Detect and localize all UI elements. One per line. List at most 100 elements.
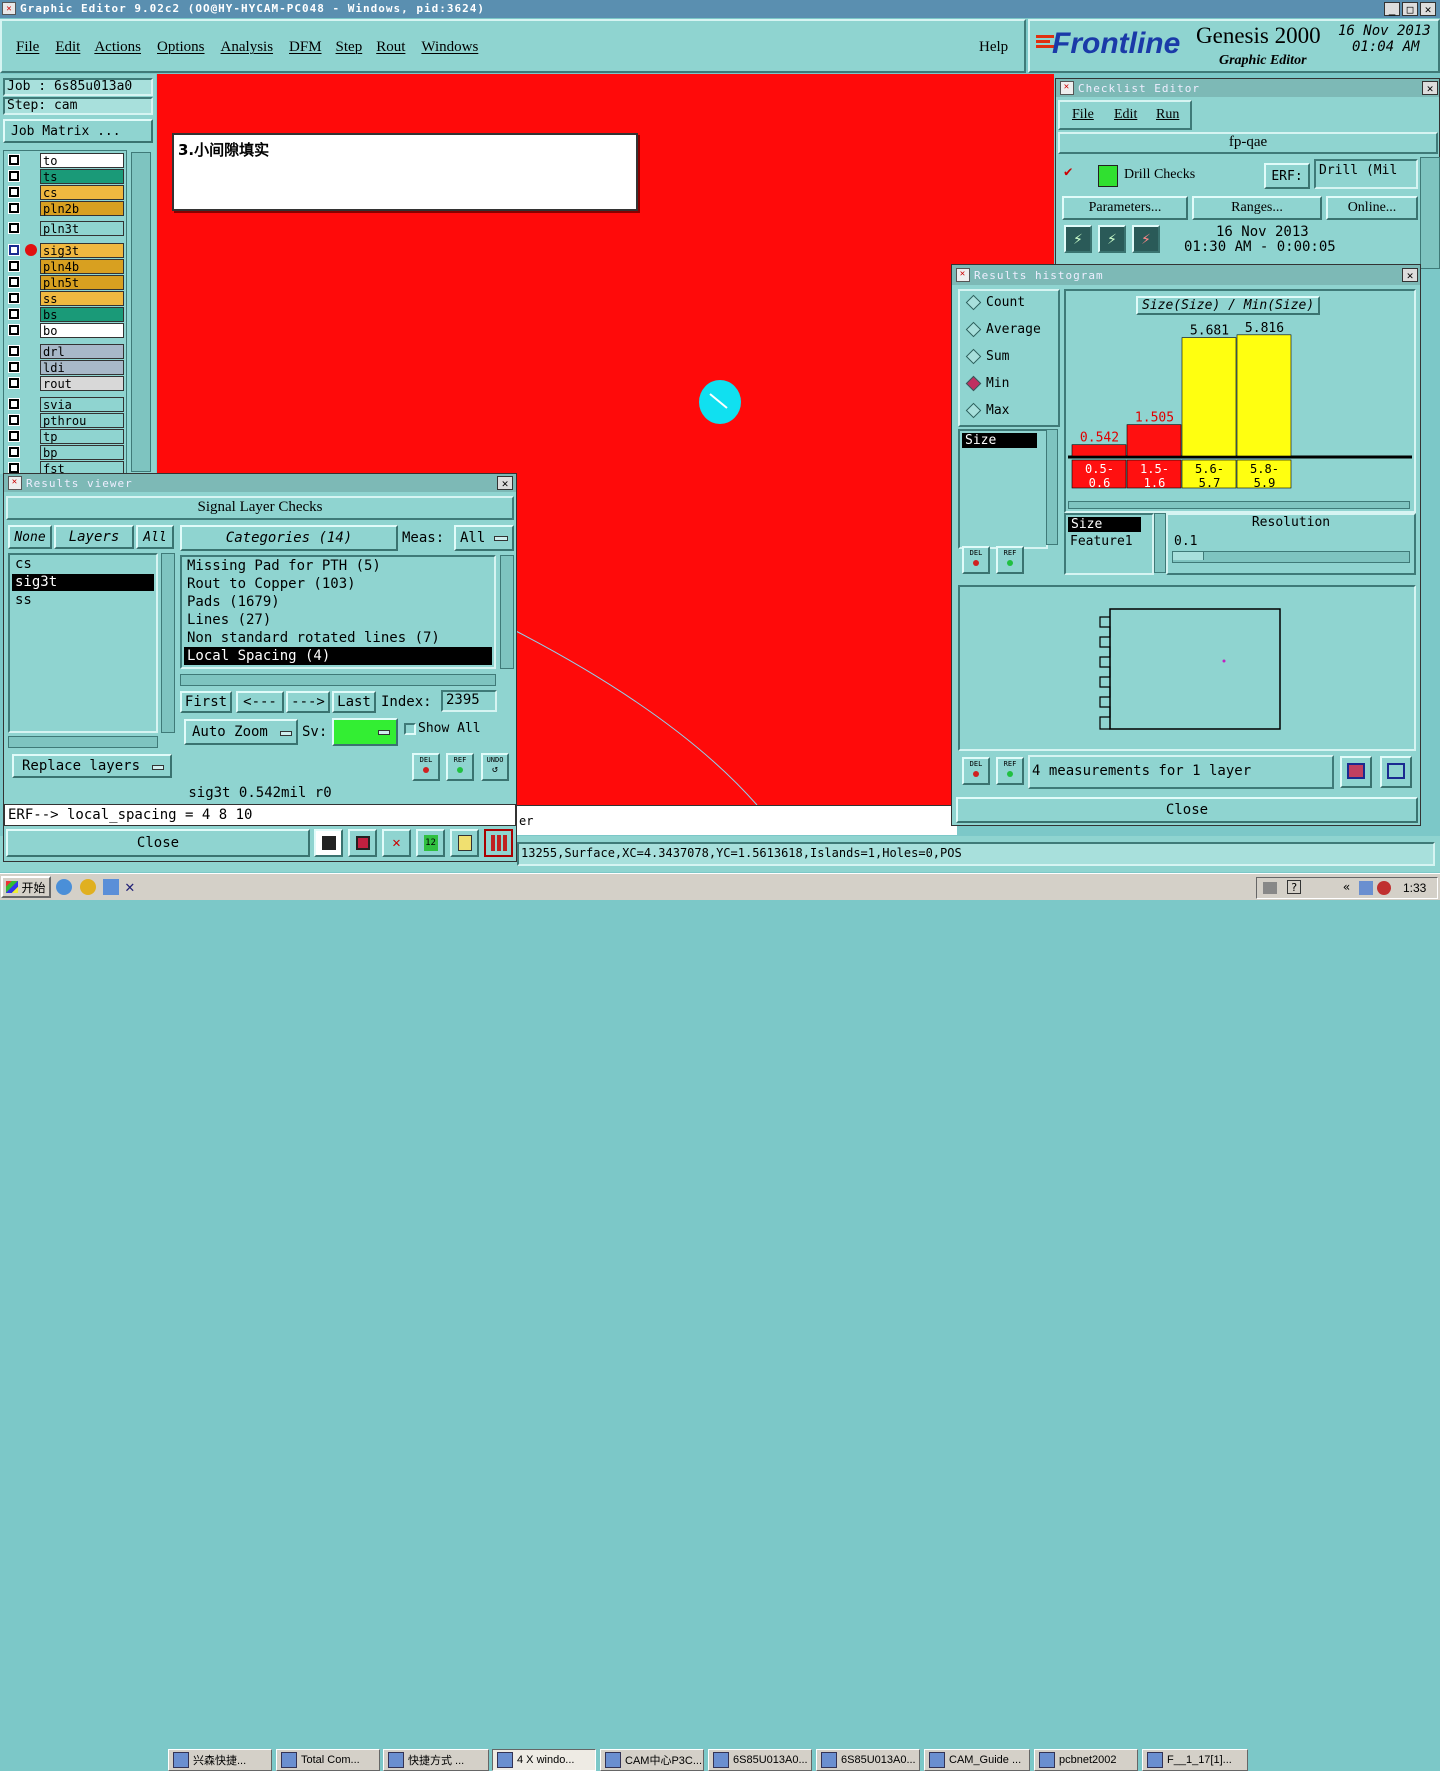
result-layer-item[interactable]: ss	[12, 592, 154, 609]
undo-button[interactable]: UNDO ↺	[481, 753, 509, 781]
radio-icon[interactable]	[965, 294, 982, 311]
antivirus-icon[interactable]	[1377, 881, 1391, 895]
layer-scrollbar[interactable]	[131, 152, 151, 472]
layer-checkbox[interactable]	[8, 276, 20, 288]
layer-row-pln2b[interactable]: pln2b	[8, 201, 124, 216]
resolution-slider[interactable]	[1172, 551, 1410, 563]
category-item[interactable]: Non standard rotated lines (7)	[184, 629, 492, 647]
menu-help[interactable]: Help	[979, 39, 1008, 56]
index-input[interactable]: 2395	[441, 690, 497, 712]
layer-name[interactable]: ss	[40, 291, 124, 306]
x-server-icon[interactable]: ✕	[125, 877, 135, 896]
menu-item-rout[interactable]: Rout	[376, 39, 405, 56]
layer-name[interactable]: bp	[40, 445, 124, 460]
auto-zoom-dropdown[interactable]: Auto Zoom	[184, 719, 298, 745]
radio-icon[interactable]	[965, 375, 982, 392]
last-button[interactable]: Last	[332, 691, 376, 713]
layer-checkbox[interactable]	[8, 324, 20, 336]
menu-item-actions[interactable]: Actions	[94, 39, 141, 56]
radio-icon[interactable]	[965, 321, 982, 338]
legend-icon[interactable]	[314, 829, 343, 857]
radio-icon[interactable]	[965, 348, 982, 365]
taskbar-item[interactable]: CAM_Guide ...	[924, 1749, 1030, 1771]
layer-results-list[interactable]: cs sig3t ss	[8, 553, 158, 733]
layer-checkbox[interactable]	[8, 244, 20, 256]
layer-row-bo[interactable]: bo	[8, 323, 124, 338]
taskbar-item[interactable]: 6S85U013A0...	[708, 1749, 812, 1771]
layer-results-hscroll[interactable]	[8, 736, 158, 748]
layer-checkbox[interactable]	[8, 430, 20, 442]
run-select-icon[interactable]: ⚡	[1098, 225, 1126, 253]
layer-row-to[interactable]: to	[8, 153, 124, 168]
layer-row-ss[interactable]: ss	[8, 291, 124, 306]
layer-row-cs[interactable]: cs	[8, 185, 124, 200]
layer-name[interactable]: cs	[40, 185, 124, 200]
check-mark-icon[interactable]: ✔	[1064, 165, 1078, 179]
layer-row-pln4b[interactable]: pln4b	[8, 259, 124, 274]
hist-del-button[interactable]: DEL	[962, 546, 990, 574]
taskbar-item[interactable]: 4 X windo...	[492, 1749, 596, 1771]
layer-row-tp[interactable]: tp	[8, 429, 124, 444]
option-average[interactable]: Average	[965, 321, 1041, 338]
layer-checkbox[interactable]	[8, 361, 20, 373]
layer-name[interactable]: drl	[40, 344, 124, 359]
menu-item-analysis[interactable]: Analysis	[221, 39, 274, 56]
layer-name[interactable]: bs	[40, 307, 124, 322]
chart-hscroll[interactable]	[1068, 501, 1410, 509]
zoom-all-icon[interactable]	[1380, 756, 1412, 788]
stop-icon[interactable]: ⚡	[1132, 225, 1160, 253]
layer-name[interactable]: sig3t	[40, 243, 124, 258]
close-icon[interactable]: ✕	[1420, 2, 1436, 16]
category-item[interactable]: Missing Pad for PTH (5)	[184, 557, 492, 575]
layer-name[interactable]: pthrou	[40, 413, 124, 428]
category-scrollbar[interactable]	[500, 555, 514, 669]
checklist-menu-file[interactable]: File	[1072, 107, 1094, 123]
parameters-button[interactable]: Parameters...	[1062, 196, 1188, 220]
ranges-button[interactable]: Ranges...	[1192, 196, 1322, 220]
layer-row-bs[interactable]: bs	[8, 307, 124, 322]
replace-layers-dropdown[interactable]: Replace layers	[12, 754, 172, 778]
layer-row-pln5t[interactable]: pln5t	[8, 275, 124, 290]
notes-icon[interactable]	[450, 829, 479, 857]
show-all-checkbox[interactable]	[404, 723, 416, 735]
layer-checkbox[interactable]	[8, 154, 20, 166]
run-icon[interactable]: ⚡	[1064, 225, 1092, 253]
hist-ref-button[interactable]: REF	[996, 546, 1024, 574]
job-matrix-button[interactable]: Job Matrix ...	[3, 119, 153, 143]
layer-row-ts[interactable]: ts	[8, 169, 124, 184]
prev-button[interactable]: <---	[236, 691, 284, 713]
category-item[interactable]: Local Spacing (4)	[184, 647, 492, 665]
size-list[interactable]: Size Feature1	[1064, 513, 1154, 575]
histogram-close-icon[interactable]: ✕	[1402, 268, 1418, 282]
layers-none-button[interactable]: None	[8, 525, 52, 549]
clock-app-icon[interactable]	[80, 879, 96, 895]
checklist-close-icon[interactable]: ✕	[1422, 81, 1438, 95]
layer-name[interactable]: to	[40, 153, 124, 168]
menu-item-step[interactable]: Step	[336, 39, 363, 56]
layer-checkbox[interactable]	[8, 202, 20, 214]
layer-checkbox[interactable]	[8, 260, 20, 272]
network-icon[interactable]	[1359, 881, 1373, 895]
size-scrollbar[interactable]	[1154, 513, 1166, 573]
result-layer-item[interactable]: sig3t	[12, 574, 154, 591]
tray-expand-icon[interactable]: «	[1343, 880, 1350, 894]
layer-name[interactable]: bo	[40, 323, 124, 338]
erf-value[interactable]: Drill (Mil	[1314, 159, 1418, 189]
taskbar-item[interactable]: 快捷方式 ...	[383, 1749, 489, 1771]
layer-name[interactable]: pln5t	[40, 275, 124, 290]
option-min[interactable]: Min	[965, 375, 1009, 392]
checklist-menu-edit[interactable]: Edit	[1114, 107, 1137, 123]
taskbar-item[interactable]: pcbnet2002	[1034, 1749, 1138, 1771]
results-viewer-close-button[interactable]: Close	[6, 829, 310, 857]
menu-item-windows[interactable]: Windows	[421, 39, 478, 56]
quick-launch-icon[interactable]	[103, 879, 119, 895]
menu-item-file[interactable]: File	[16, 39, 39, 56]
taskbar-item[interactable]: 兴森快捷...	[168, 1749, 272, 1771]
radio-icon[interactable]	[965, 402, 982, 419]
meas-dropdown[interactable]: All	[454, 525, 514, 551]
layer-checkbox[interactable]	[8, 414, 20, 426]
checklist-menu-run[interactable]: Run	[1156, 107, 1179, 123]
feature-label[interactable]: Feature1	[1066, 534, 1152, 549]
option-max[interactable]: Max	[965, 402, 1009, 419]
slider-thumb[interactable]	[1173, 552, 1204, 560]
